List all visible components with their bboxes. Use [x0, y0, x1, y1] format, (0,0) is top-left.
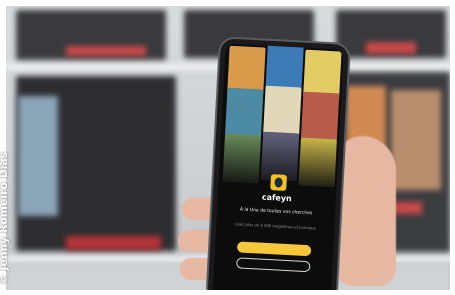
cafeyn-logo-icon	[270, 174, 288, 191]
photo-credit: © Jenny Romeiro Dias	[0, 151, 10, 285]
magazine-cover	[300, 91, 340, 142]
subtitle: Lisez plus de 5 000 magazines et journau…	[234, 221, 317, 231]
phone-screen: cafeyn À la Une de toutes vos cherches L…	[212, 43, 344, 290]
primary-button[interactable]	[236, 241, 312, 257]
bin-label	[66, 236, 161, 250]
secondary-button[interactable]	[236, 257, 311, 273]
tagline: À la Une de toutes vos cherches	[239, 207, 313, 217]
hand	[336, 136, 396, 286]
magazine-cover	[224, 87, 264, 138]
photo: cafeyn À la Une de toutes vos cherches L…	[6, 6, 450, 290]
magazine-cover	[263, 85, 302, 136]
magazine	[391, 90, 441, 190]
bin-label	[366, 42, 416, 54]
smartphone: cafeyn À la Une de toutes vos cherches L…	[207, 38, 349, 290]
bin-label	[66, 46, 146, 56]
magazine	[18, 96, 58, 216]
